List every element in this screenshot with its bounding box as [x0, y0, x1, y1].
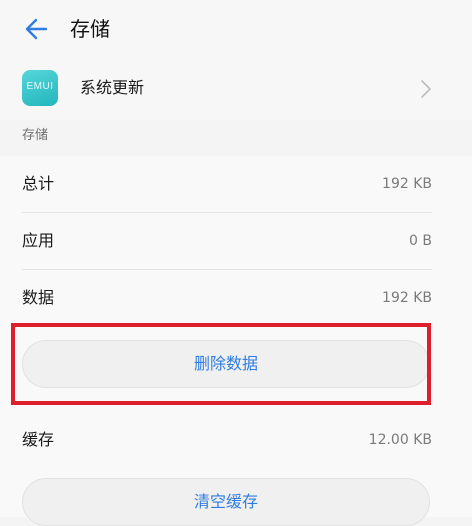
row-total-label: 总计: [22, 174, 55, 193]
row-cache: 缓存 12.00 KB: [0, 412, 472, 468]
clear-cache-button[interactable]: 清空缓存: [22, 478, 430, 526]
storage-section-label: 存储: [22, 128, 49, 143]
app-name: 系统更新: [80, 78, 145, 97]
row-app: 应用 0 B: [0, 213, 472, 269]
row-data: 数据 192 KB: [0, 270, 472, 326]
row-cache-value: 12.00 KB: [368, 432, 432, 448]
row-total-value: 192 KB: [382, 176, 432, 192]
page-title: 存储: [70, 17, 110, 41]
back-arrow-icon[interactable]: [22, 14, 52, 44]
row-total: 总计 192 KB: [0, 156, 472, 212]
app-icon-text: EMUI: [26, 81, 54, 92]
row-data-label: 数据: [22, 288, 55, 307]
app-bar: 存储: [0, 0, 472, 58]
storage-list: 总计 192 KB 应用 0 B 数据 192 KB 删除数据 缓存 12.00…: [0, 156, 472, 526]
row-cache-label: 缓存: [22, 430, 55, 449]
delete-data-button[interactable]: 删除数据: [22, 340, 430, 388]
row-app-label: 应用: [22, 231, 55, 250]
row-app-value: 0 B: [409, 233, 432, 249]
emui-app-icon: EMUI: [22, 70, 58, 106]
row-data-value: 192 KB: [382, 290, 432, 306]
chevron-right-icon: [420, 79, 432, 99]
app-info-row[interactable]: EMUI 系统更新: [0, 58, 472, 120]
